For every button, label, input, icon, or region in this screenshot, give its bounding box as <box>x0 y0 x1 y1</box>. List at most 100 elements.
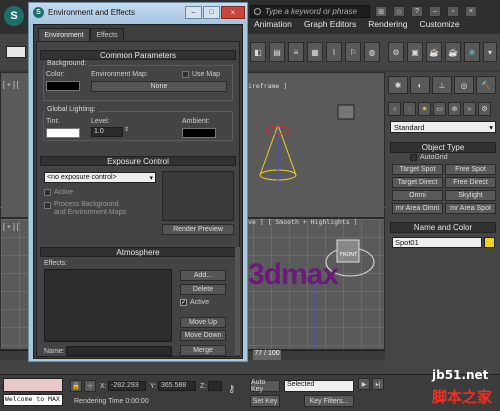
dialog-maximize-icon[interactable]: □ <box>203 6 220 19</box>
help-icon[interactable]: ? <box>411 6 423 17</box>
object-color-swatch[interactable] <box>484 237 495 248</box>
effects-list[interactable] <box>44 269 172 342</box>
atmosphere-active-row[interactable]: ✓ Active <box>180 299 209 306</box>
exposure-control-rollout[interactable]: Exposure Control <box>40 156 236 166</box>
atmosphere-active-checkbox[interactable]: ✓ <box>180 299 187 306</box>
target-direct-button[interactable]: Target Direct <box>392 177 443 188</box>
curve-editor-icon[interactable]: ⌇ <box>326 42 342 62</box>
search-box[interactable]: Type a keyword or phrase <box>250 5 370 18</box>
layers-icon[interactable]: ≡ <box>288 42 304 62</box>
tint-color-swatch[interactable] <box>46 128 80 138</box>
viewport-label-top[interactable]: ireframe ] <box>248 82 287 90</box>
geometry-icon[interactable]: ○ <box>388 102 401 116</box>
level-spinner-icon[interactable]: ⇕ <box>124 126 129 133</box>
graphite-icon[interactable]: ▦ <box>307 42 323 62</box>
autogrid-checkbox[interactable] <box>410 154 417 161</box>
dialog-minimize-icon[interactable]: – <box>185 6 202 19</box>
dialog-scrollbar[interactable] <box>235 247 240 355</box>
welcome-text[interactable]: Welcome to MAX <box>3 394 63 406</box>
selection-filter[interactable] <box>6 46 26 58</box>
exposure-active-row[interactable]: Active <box>44 189 73 196</box>
move-down-button[interactable]: Move Down <box>180 330 226 341</box>
y-coordinate-field[interactable]: 365.588 <box>158 381 196 391</box>
use-map-checkbox[interactable] <box>182 71 189 78</box>
menu-animation[interactable]: Animation <box>254 19 292 29</box>
track-bar[interactable] <box>0 360 385 374</box>
autogrid-row[interactable]: AutoGrid <box>410 154 448 161</box>
merge-button[interactable]: Merge <box>180 345 226 356</box>
render-production-icon[interactable]: ☕ <box>445 42 461 62</box>
create-tab-icon[interactable]: ✱ <box>388 76 408 94</box>
menu-rendering[interactable]: Rendering <box>368 19 407 29</box>
modify-tab-icon[interactable]: ◐ <box>410 76 430 94</box>
align-icon[interactable]: ▤ <box>269 42 285 62</box>
environment-map-button[interactable]: None <box>91 81 227 92</box>
tab-effects[interactable]: Effects <box>90 28 124 41</box>
dialog-titlebar[interactable]: S Environment and Effects – □ × <box>29 3 247 23</box>
spacewarps-icon[interactable]: ≈ <box>463 102 476 116</box>
object-type-rollout[interactable]: Object Type <box>390 142 496 153</box>
key-icon[interactable]: ⚷ <box>228 384 235 395</box>
binoculars-icon[interactable]: ⊞ <box>375 6 387 17</box>
exposure-dropdown[interactable]: <no exposure control> ▾ <box>44 172 156 183</box>
delete-effect-button[interactable]: Delete <box>180 284 226 295</box>
rendered-frame-icon[interactable]: ▣ <box>407 42 423 62</box>
lock-selection-icon[interactable]: 🔒 <box>70 380 82 392</box>
render-iterative-icon[interactable]: ❀ <box>464 42 480 62</box>
time-slider[interactable]: 77 / 100 <box>253 350 281 360</box>
utilities-tab-icon[interactable]: 🔨 <box>476 76 496 94</box>
ambient-color-swatch[interactable] <box>182 128 216 138</box>
name-color-rollout[interactable]: Name and Color <box>390 222 496 233</box>
x-coordinate-field[interactable]: -282.293 <box>108 381 146 391</box>
target-spot-button[interactable]: Target Spot <box>392 164 443 175</box>
process-background-row[interactable]: Process Background and Environment Maps <box>44 201 126 217</box>
toolbar-more-icon[interactable]: ▾ <box>483 42 497 62</box>
add-effect-button[interactable]: Add... <box>180 270 226 281</box>
move-up-button[interactable]: Move Up <box>180 317 226 328</box>
schematic-icon[interactable]: ⚐ <box>345 42 361 62</box>
mr-area-spot-button[interactable]: mr Area Spot <box>445 203 496 214</box>
viewport-label-bottom-left[interactable]: [ + ] [ <box>3 224 19 231</box>
viewport-label-perspective[interactable]: ve ] [ Smooth + Highlights ] <box>248 218 358 226</box>
use-map-row[interactable]: Use Map <box>182 71 220 78</box>
hierarchy-tab-icon[interactable]: ⊥ <box>432 76 452 94</box>
lights-icon[interactable]: ✷ <box>418 102 431 116</box>
render-preview-button[interactable]: Render Preview <box>162 224 234 235</box>
close-icon[interactable]: × <box>465 6 477 17</box>
app-logo-icon[interactable]: S <box>4 6 24 26</box>
dialog-close-icon[interactable]: × <box>221 6 245 19</box>
mirror-icon[interactable]: ◧ <box>250 42 266 62</box>
z-coordinate-field[interactable] <box>208 381 222 391</box>
cameras-icon[interactable]: ▭ <box>433 102 446 116</box>
viewport-label-top-left[interactable]: [ + ] [ <box>3 82 19 89</box>
render-teapot-icon[interactable]: ☕ <box>426 42 442 62</box>
exposure-active-checkbox[interactable] <box>44 189 51 196</box>
motion-tab-icon[interactable]: ◎ <box>454 76 474 94</box>
common-params-rollout[interactable]: Common Parameters <box>40 50 236 60</box>
tab-environment[interactable]: Environment <box>38 28 90 41</box>
atmosphere-rollout[interactable]: Atmosphere <box>40 247 236 257</box>
auto-key-button[interactable]: Auto Key <box>250 379 280 393</box>
level-field[interactable]: 1.0 <box>91 127 123 137</box>
object-name-field[interactable]: Spot01 <box>392 237 482 248</box>
free-spot-button[interactable]: Free Spot <box>445 164 496 175</box>
systems-icon[interactable]: ⚙ <box>478 102 491 116</box>
effect-name-field[interactable] <box>66 346 172 356</box>
key-mode-dropdown[interactable]: Selected <box>284 380 354 392</box>
process-background-checkbox[interactable] <box>44 202 51 209</box>
mr-area-omni-button[interactable]: mr Area Omni <box>392 203 443 214</box>
absolute-mode-icon[interactable]: ⊹ <box>84 380 96 392</box>
set-key-button[interactable]: Set Key <box>250 395 280 407</box>
menu-graph-editors[interactable]: Graph Editors <box>304 19 356 29</box>
render-setup-icon[interactable]: ⚙ <box>388 42 404 62</box>
maxscript-listener[interactable] <box>3 378 63 392</box>
omni-button[interactable]: Omni <box>392 190 443 201</box>
star-icon[interactable]: ☆ <box>393 6 405 17</box>
skylight-button[interactable]: Skylight <box>445 190 496 201</box>
free-direct-button[interactable]: Free Direct <box>445 177 496 188</box>
minimize-icon[interactable]: – <box>429 6 441 17</box>
next-frame-icon[interactable]: ▸| <box>372 378 384 390</box>
play-icon[interactable]: ▶ <box>358 378 370 390</box>
background-color-swatch[interactable] <box>46 81 80 91</box>
key-filters-button[interactable]: Key Filters... <box>304 395 354 407</box>
